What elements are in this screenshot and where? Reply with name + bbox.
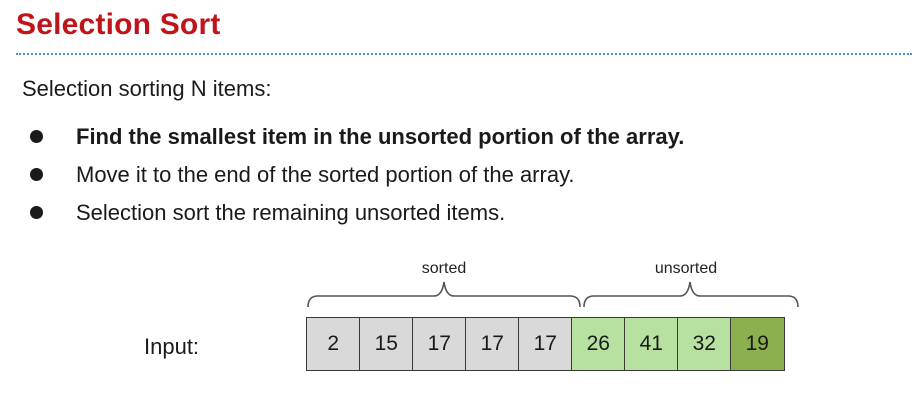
bullet-item-recurse: Selection sort the remaining unsorted it…	[30, 194, 684, 232]
slide-title: Selection Sort	[16, 8, 221, 41]
unsorted-brace	[583, 281, 799, 308]
unsorted-label: unsorted	[655, 260, 717, 277]
bullet-dot-icon	[30, 206, 43, 219]
array-cell: 41	[624, 317, 679, 371]
input-label: Input:	[144, 334, 200, 359]
array-cell: 2	[306, 317, 361, 371]
array-cell: 17	[412, 317, 467, 371]
bullet-item-find-smallest: Find the smallest item in the unsorted p…	[30, 118, 684, 156]
sorted-label: sorted	[422, 260, 466, 277]
sorted-brace	[307, 281, 581, 308]
bullet-text: Selection sort the remaining unsorted it…	[76, 200, 506, 225]
array-cell: 17	[518, 317, 573, 371]
array-cells: 2 15 17 17 17 26 41 32 19	[306, 317, 785, 371]
bullet-dot-icon	[30, 168, 43, 181]
array-cell: 32	[677, 317, 732, 371]
bullet-text: Move it to the end of the sorted portion…	[76, 162, 575, 187]
array-cell: 17	[465, 317, 520, 371]
bullet-dot-icon	[30, 130, 43, 143]
bullet-item-move-to-end: Move it to the end of the sorted portion…	[30, 156, 684, 194]
bullet-list: Find the smallest item in the unsorted p…	[30, 118, 684, 232]
array-cell: 26	[571, 317, 626, 371]
bullet-text: Find the smallest item in the unsorted p…	[76, 124, 685, 149]
title-divider	[16, 53, 912, 55]
array-cell: 15	[359, 317, 414, 371]
intro-text: Selection sorting N items:	[22, 76, 272, 101]
array-cell: 19	[730, 317, 785, 371]
